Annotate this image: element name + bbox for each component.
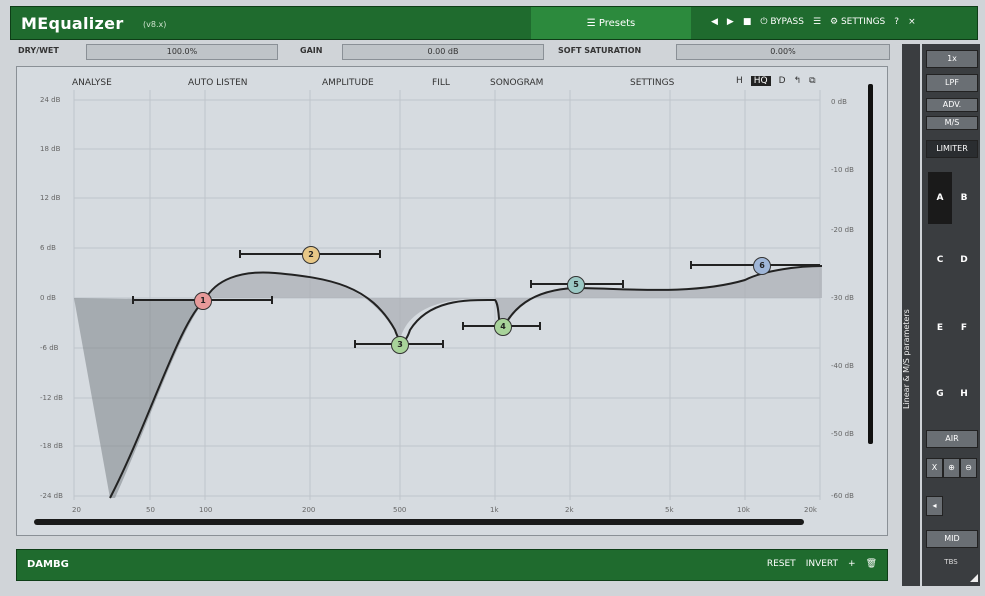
y-label: -18 dB [40,442,63,450]
softsat-label: SOFT SATURATION [558,46,642,55]
x-label: 200 [302,506,316,514]
y-right-label: -30 dB [831,294,854,302]
hq-icon[interactable]: HQ [750,76,771,86]
slot-b[interactable]: B [952,172,976,224]
resize-grip-icon[interactable] [970,574,978,582]
slot-a[interactable]: A [928,172,952,224]
prev-preset-icon[interactable]: ◀ [711,17,718,27]
x-label: 100 [199,506,213,514]
band-handle-1[interactable]: 1 [194,292,212,310]
vertical-range-scrollbar[interactable] [868,84,873,444]
parameter-row: DRY/WET 100.0% GAIN 0.00 dB SOFT SATURAT… [10,42,898,62]
footer-bar: DAMBG RESET INVERT + 🗑 [16,549,888,581]
eq-graph[interactable] [16,66,888,536]
arrow-icon[interactable]: ◂ [926,496,943,516]
y-label: 24 dB [40,96,61,104]
h-icon[interactable]: H [736,76,743,86]
band-handle-5[interactable]: 5 [567,276,585,294]
copy-icon[interactable]: ⧉ [809,76,815,86]
bypass-button[interactable]: ⏻ BYPASS [760,17,804,27]
right-panel: 1x LPF ADV. M/S LIMITER A B C D E F G H … [922,44,980,586]
invert-button[interactable]: INVERT [806,559,838,569]
graph-toolbar: H HQ D ↰ ⧉ [736,76,816,86]
x-button[interactable]: X [926,458,943,478]
gain-slider[interactable]: 0.00 dB [342,44,544,60]
band-handle-6[interactable]: 6 [753,257,771,275]
y-label: 18 dB [40,145,61,153]
x-label: 1k [490,506,499,514]
slot-e[interactable]: E [928,308,952,348]
d-icon[interactable]: D [779,76,786,86]
tab-fill[interactable]: FILL [432,78,450,88]
tab-sonogram[interactable]: SONOGRAM [490,78,543,88]
help-icon[interactable]: ? [894,17,899,27]
y-right-label: 0 dB [831,98,847,106]
gain-label: GAIN [300,46,323,55]
plus-button[interactable]: ⊕ [943,458,960,478]
x-label: 5k [665,506,674,514]
y-right-label: -50 dB [831,430,854,438]
next-preset-icon[interactable]: ▶ [727,17,734,27]
menu-icon[interactable]: ☰ [813,17,821,27]
oversampling-button[interactable]: 1x [926,50,978,68]
softsat-slider[interactable]: 0.00% [676,44,890,60]
y-label: 6 dB [40,244,56,252]
band-handle-2[interactable]: 2 [302,246,320,264]
adv-button[interactable]: ADV. [926,98,978,112]
x-label: 500 [393,506,407,514]
y-right-label: -40 dB [831,362,854,370]
y-label: 0 dB [40,294,56,302]
side-strip[interactable]: Linear & M/S parameters [902,44,920,586]
app-version: (v8.x) [143,20,167,29]
app-title: MEqualizer [21,14,124,33]
slot-c[interactable]: C [928,240,952,280]
drywet-slider[interactable]: 100.0% [86,44,278,60]
x-label: 2k [565,506,574,514]
trash-icon[interactable]: 🗑 [866,559,877,569]
top-bar: MEqualizer (v8.x) ☰ Presets ◀ ▶ ■ ⏻ BYPA… [10,6,978,40]
limiter-button[interactable]: LIMITER [926,140,978,158]
y-right-label: -60 dB [831,492,854,500]
slot-d[interactable]: D [952,240,976,280]
y-label: -24 dB [40,492,63,500]
air-button[interactable]: AIR [926,430,978,448]
band-handle-4[interactable]: 4 [494,318,512,336]
slot-h[interactable]: H [952,374,976,414]
y-label: -6 dB [40,344,59,352]
x-label: 10k [737,506,750,514]
horizontal-zoom-scrollbar[interactable] [34,519,804,525]
x-label: 20k [804,506,817,514]
add-band-icon[interactable]: + [848,559,856,569]
drywet-label: DRY/WET [18,46,59,55]
tab-settings[interactable]: SETTINGS [630,78,674,88]
save-preset-icon[interactable]: ■ [743,17,752,27]
y-right-label: -10 dB [831,166,854,174]
x-label: 20 [72,506,81,514]
y-label: -12 dB [40,394,63,402]
y-right-label: -20 dB [831,226,854,234]
side-vertical-label: Linear & M/S parameters [902,309,911,409]
tab-auto-listen[interactable]: AUTO LISTEN [188,78,247,88]
tab-analyse[interactable]: ANALYSE [72,78,112,88]
ms-button[interactable]: M/S [926,116,978,130]
x-label: 50 [146,506,155,514]
tab-amplitude[interactable]: AMPLITUDE [322,78,374,88]
reset-button[interactable]: RESET [767,559,796,569]
undo-icon[interactable]: ↰ [794,76,802,86]
presets-label: ☰ Presets [586,17,636,29]
preset-name[interactable]: DAMBG [27,559,69,570]
lpf-button[interactable]: LPF [926,74,978,92]
footer-text: TBS [944,558,958,566]
y-label: 12 dB [40,194,61,202]
plugin-window: MEqualizer (v8.x) ☰ Presets ◀ ▶ ■ ⏻ BYPA… [0,0,985,596]
presets-button[interactable]: ☰ Presets [531,7,691,39]
settings-button[interactable]: ⚙ SETTINGS [830,17,885,27]
close-icon[interactable]: × [908,17,916,27]
slot-f[interactable]: F [952,308,976,348]
mid-button[interactable]: MID [926,530,978,548]
minus-button[interactable]: ⊖ [960,458,977,478]
band-handle-3[interactable]: 3 [391,336,409,354]
slot-g[interactable]: G [928,374,952,414]
